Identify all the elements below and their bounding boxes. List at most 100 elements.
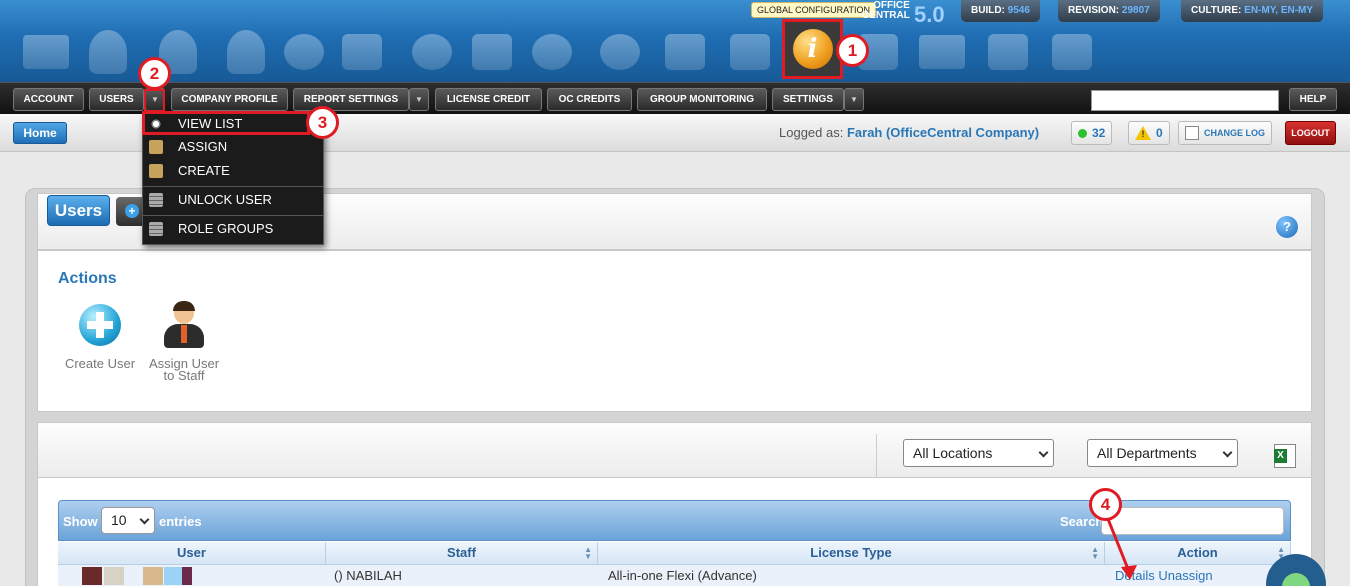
revision-label: REVISION: <box>1068 5 1120 16</box>
menu-item-create[interactable]: CREATE <box>143 160 323 182</box>
nav-users-button[interactable]: USERS <box>89 88 144 111</box>
revision-info: REVISION: 29807 <box>1058 0 1160 22</box>
callout-3: 3 <box>306 106 339 139</box>
info-icon: i <box>792 29 833 69</box>
menu-item-unlock-user-label: UNLOCK USER <box>178 192 272 207</box>
assign-user-icon[interactable] <box>162 301 206 350</box>
redacted-avatar <box>104 567 124 585</box>
warning-icon: ! <box>1135 126 1151 140</box>
culture-value: EN-MY, EN-MY <box>1244 5 1314 16</box>
column-header-license-type[interactable]: License Type ▲ ▼ <box>598 542 1105 565</box>
phone-icon[interactable] <box>524 24 580 80</box>
location-select[interactable]: All Locations <box>903 439 1054 467</box>
online-users-badge[interactable]: 32 <box>1071 121 1113 145</box>
cart-icon[interactable] <box>276 24 332 80</box>
column-header-license-label: License Type <box>810 545 892 560</box>
add-icon: + <box>125 204 139 218</box>
excel-export-icon[interactable] <box>1274 444 1296 468</box>
culture-label: CULTURE: <box>1191 5 1242 16</box>
brand-line2: CENTRAL <box>862 10 910 21</box>
culture-info: CULTURE: EN-MY, EN-MY <box>1181 0 1324 22</box>
entries-select-value: 10 <box>111 512 127 528</box>
callout-2: 2 <box>138 57 171 90</box>
nav-company-profile-button[interactable]: COMPANY PROFILE <box>171 88 288 111</box>
help-icon[interactable]: ? <box>1276 216 1298 238</box>
global-configuration-button[interactable]: i <box>782 19 843 79</box>
menu-item-unlock-user[interactable]: UNLOCK USER <box>143 189 323 211</box>
envelope-icon[interactable] <box>334 24 390 80</box>
build-value: 9546 <box>1007 5 1030 16</box>
chevron-down-icon <box>1038 447 1049 458</box>
assign-user-link[interactable]: Assign User to Staff <box>140 357 228 383</box>
monitor-icon[interactable] <box>18 24 74 80</box>
create-user-icon[interactable] <box>79 304 121 346</box>
nav-report-settings-button[interactable]: REPORT SETTINGS <box>293 88 409 111</box>
chat-icon[interactable] <box>592 24 648 80</box>
nav-oc-credits-button[interactable]: OC CREDITS <box>547 88 632 111</box>
build-label: BUILD: <box>971 5 1005 16</box>
logged-as-text: Logged as: Farah (OfficeCentral Company) <box>779 125 1039 140</box>
logout-button[interactable]: LOGOUT <box>1285 121 1336 145</box>
nav-group-monitoring-button[interactable]: GROUP MONITORING <box>637 88 767 111</box>
location-select-value: All Locations <box>913 445 993 461</box>
chevron-down-icon <box>139 514 150 525</box>
home-button[interactable]: Home <box>13 122 67 144</box>
table-row-license-cell: All-in-one Flexi (Advance) <box>598 565 1105 586</box>
change-log-button[interactable]: CHANGE LOG <box>1178 121 1273 145</box>
settings-dropdown-arrow[interactable]: ▼ <box>844 88 864 111</box>
show-label: Show <box>63 514 98 529</box>
create-user-link[interactable]: Create User <box>60 357 140 370</box>
department-select[interactable]: All Departments <box>1087 439 1238 467</box>
change-log-label: CHANGE LOG <box>1204 128 1266 138</box>
assign-user-line2: to Staff <box>163 368 205 383</box>
alert-count: 0 <box>1156 126 1163 140</box>
monitor-icon[interactable] <box>914 24 970 80</box>
actions-title: Actions <box>58 270 117 287</box>
alerts-badge[interactable]: ! 0 <box>1128 121 1170 145</box>
entries-label: entries <box>159 514 202 529</box>
menu-item-assign[interactable]: ASSIGN <box>143 136 323 158</box>
menu-separator <box>143 186 323 187</box>
contact-card-icon <box>149 140 163 154</box>
build-info: BUILD: 9546 <box>961 0 1040 22</box>
nav-help-button[interactable]: HELP <box>1289 88 1337 111</box>
sort-icon: ▲▼ <box>584 545 592 561</box>
lock-icon[interactable] <box>980 24 1036 80</box>
nav-settings-button[interactable]: SETTINGS <box>772 88 844 111</box>
change-log-icon <box>1185 126 1199 140</box>
user-icon[interactable] <box>218 24 274 80</box>
document-icon[interactable] <box>464 24 520 80</box>
pie-chart-icon[interactable] <box>404 24 460 80</box>
logged-user-name[interactable]: Farah (OfficeCentral Company) <box>847 125 1039 140</box>
actions-box <box>37 250 1312 412</box>
column-header-action-label: Action <box>1177 545 1218 560</box>
global-configuration-tooltip: GLOBAL CONFIGURATION <box>751 2 877 18</box>
column-header-staff[interactable]: Staff ▲ ▼ <box>326 542 598 565</box>
menu-item-role-groups[interactable]: ROLE GROUPS <box>143 218 323 240</box>
nav-search-input[interactable] <box>1091 90 1279 111</box>
nav-license-credit-button[interactable]: LICENSE CREDIT <box>435 88 542 111</box>
truck-icon[interactable] <box>722 24 778 80</box>
menu-separator <box>143 215 323 216</box>
unassign-link[interactable]: Unassign <box>1158 568 1212 583</box>
entries-select[interactable]: 10 <box>101 507 155 534</box>
redacted-avatar <box>164 567 182 585</box>
clipboard-icon[interactable] <box>657 24 713 80</box>
filter-divider <box>876 434 877 478</box>
truck-icon[interactable] <box>1044 24 1100 80</box>
user-icon[interactable] <box>80 24 136 80</box>
list-grid-icon <box>149 222 163 236</box>
report-settings-dropdown-arrow[interactable]: ▼ <box>409 88 429 111</box>
view-list-highlight <box>142 111 310 135</box>
redacted-avatar <box>82 567 102 585</box>
column-header-staff-label: Staff <box>447 545 476 560</box>
nav-account-button[interactable]: ACCOUNT <box>13 88 84 111</box>
page-title-users[interactable]: Users <box>47 195 110 226</box>
online-dot-icon <box>1078 128 1087 138</box>
department-select-value: All Departments <box>1097 445 1197 461</box>
brand-logo: OFFICE CENTRAL <box>862 1 910 21</box>
redacted-avatar <box>182 567 192 585</box>
online-count: 32 <box>1092 126 1106 140</box>
column-header-user[interactable]: User <box>58 542 326 565</box>
callout-1: 1 <box>836 34 869 67</box>
